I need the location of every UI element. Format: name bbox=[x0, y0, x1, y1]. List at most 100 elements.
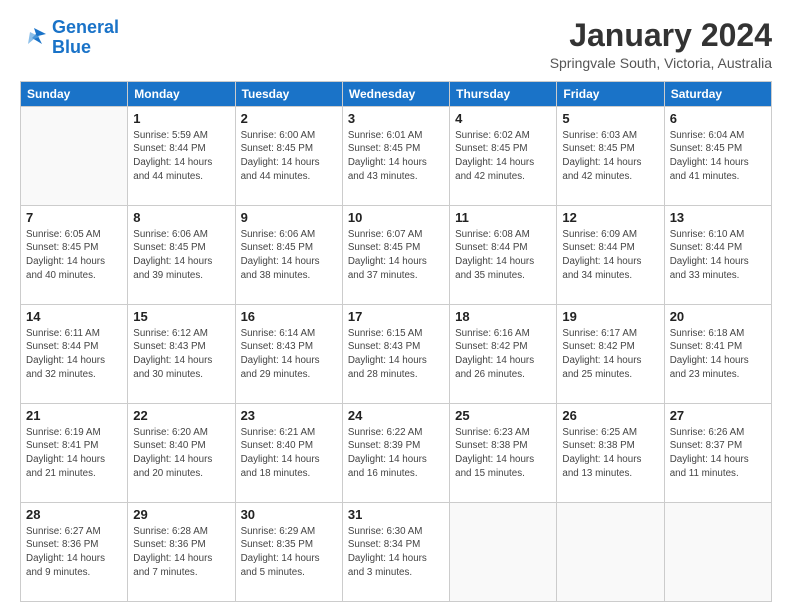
calendar-cell bbox=[450, 503, 557, 602]
calendar-cell: 26Sunrise: 6:25 AMSunset: 8:38 PMDayligh… bbox=[557, 404, 664, 503]
calendar-cell: 16Sunrise: 6:14 AMSunset: 8:43 PMDayligh… bbox=[235, 305, 342, 404]
week-row-3: 14Sunrise: 6:11 AMSunset: 8:44 PMDayligh… bbox=[21, 305, 772, 404]
day-number: 11 bbox=[455, 209, 551, 227]
calendar-cell: 13Sunrise: 6:10 AMSunset: 8:44 PMDayligh… bbox=[664, 206, 771, 305]
day-number: 18 bbox=[455, 308, 551, 326]
calendar-cell: 1Sunrise: 5:59 AMSunset: 8:44 PMDaylight… bbox=[128, 107, 235, 206]
day-number: 28 bbox=[26, 506, 122, 524]
week-row-1: 1Sunrise: 5:59 AMSunset: 8:44 PMDaylight… bbox=[21, 107, 772, 206]
logo-line2: Blue bbox=[52, 37, 91, 57]
day-number: 23 bbox=[241, 407, 337, 425]
week-row-5: 28Sunrise: 6:27 AMSunset: 8:36 PMDayligh… bbox=[21, 503, 772, 602]
day-info: Sunrise: 6:06 AMSunset: 8:45 PMDaylight:… bbox=[241, 228, 337, 283]
col-saturday: Saturday bbox=[664, 82, 771, 107]
day-info: Sunrise: 6:10 AMSunset: 8:44 PMDaylight:… bbox=[670, 228, 766, 283]
day-number: 22 bbox=[133, 407, 229, 425]
day-number: 9 bbox=[241, 209, 337, 227]
calendar-cell: 6Sunrise: 6:04 AMSunset: 8:45 PMDaylight… bbox=[664, 107, 771, 206]
day-info: Sunrise: 6:14 AMSunset: 8:43 PMDaylight:… bbox=[241, 327, 337, 382]
day-info: Sunrise: 6:15 AMSunset: 8:43 PMDaylight:… bbox=[348, 327, 444, 382]
calendar-table: Sunday Monday Tuesday Wednesday Thursday… bbox=[20, 81, 772, 602]
logo-icon bbox=[20, 24, 48, 52]
calendar-cell: 28Sunrise: 6:27 AMSunset: 8:36 PMDayligh… bbox=[21, 503, 128, 602]
calendar-cell: 7Sunrise: 6:05 AMSunset: 8:45 PMDaylight… bbox=[21, 206, 128, 305]
day-info: Sunrise: 6:04 AMSunset: 8:45 PMDaylight:… bbox=[670, 129, 766, 184]
calendar-cell: 29Sunrise: 6:28 AMSunset: 8:36 PMDayligh… bbox=[128, 503, 235, 602]
day-number: 15 bbox=[133, 308, 229, 326]
calendar-cell: 11Sunrise: 6:08 AMSunset: 8:44 PMDayligh… bbox=[450, 206, 557, 305]
day-info: Sunrise: 6:02 AMSunset: 8:45 PMDaylight:… bbox=[455, 129, 551, 184]
calendar-cell: 8Sunrise: 6:06 AMSunset: 8:45 PMDaylight… bbox=[128, 206, 235, 305]
calendar-cell: 25Sunrise: 6:23 AMSunset: 8:38 PMDayligh… bbox=[450, 404, 557, 503]
calendar-cell: 22Sunrise: 6:20 AMSunset: 8:40 PMDayligh… bbox=[128, 404, 235, 503]
day-info: Sunrise: 6:08 AMSunset: 8:44 PMDaylight:… bbox=[455, 228, 551, 283]
logo-line1: General bbox=[52, 17, 119, 37]
day-info: Sunrise: 6:11 AMSunset: 8:44 PMDaylight:… bbox=[26, 327, 122, 382]
day-info: Sunrise: 6:22 AMSunset: 8:39 PMDaylight:… bbox=[348, 426, 444, 481]
day-number: 10 bbox=[348, 209, 444, 227]
calendar-cell: 23Sunrise: 6:21 AMSunset: 8:40 PMDayligh… bbox=[235, 404, 342, 503]
calendar-cell: 17Sunrise: 6:15 AMSunset: 8:43 PMDayligh… bbox=[342, 305, 449, 404]
day-number: 19 bbox=[562, 308, 658, 326]
calendar-cell: 30Sunrise: 6:29 AMSunset: 8:35 PMDayligh… bbox=[235, 503, 342, 602]
day-info: Sunrise: 5:59 AMSunset: 8:44 PMDaylight:… bbox=[133, 129, 229, 184]
col-monday: Monday bbox=[128, 82, 235, 107]
day-number: 31 bbox=[348, 506, 444, 524]
calendar-cell: 4Sunrise: 6:02 AMSunset: 8:45 PMDaylight… bbox=[450, 107, 557, 206]
calendar-cell: 14Sunrise: 6:11 AMSunset: 8:44 PMDayligh… bbox=[21, 305, 128, 404]
day-number: 17 bbox=[348, 308, 444, 326]
week-row-2: 7Sunrise: 6:05 AMSunset: 8:45 PMDaylight… bbox=[21, 206, 772, 305]
col-friday: Friday bbox=[557, 82, 664, 107]
calendar-cell: 5Sunrise: 6:03 AMSunset: 8:45 PMDaylight… bbox=[557, 107, 664, 206]
col-sunday: Sunday bbox=[21, 82, 128, 107]
calendar-cell: 27Sunrise: 6:26 AMSunset: 8:37 PMDayligh… bbox=[664, 404, 771, 503]
day-number: 4 bbox=[455, 110, 551, 128]
day-number: 26 bbox=[562, 407, 658, 425]
day-info: Sunrise: 6:21 AMSunset: 8:40 PMDaylight:… bbox=[241, 426, 337, 481]
day-info: Sunrise: 6:26 AMSunset: 8:37 PMDaylight:… bbox=[670, 426, 766, 481]
logo: General Blue bbox=[20, 18, 119, 58]
day-number: 14 bbox=[26, 308, 122, 326]
calendar-cell: 15Sunrise: 6:12 AMSunset: 8:43 PMDayligh… bbox=[128, 305, 235, 404]
header: General Blue January 2024 Springvale Sou… bbox=[20, 18, 772, 71]
calendar-cell: 24Sunrise: 6:22 AMSunset: 8:39 PMDayligh… bbox=[342, 404, 449, 503]
day-info: Sunrise: 6:25 AMSunset: 8:38 PMDaylight:… bbox=[562, 426, 658, 481]
day-info: Sunrise: 6:18 AMSunset: 8:41 PMDaylight:… bbox=[670, 327, 766, 382]
day-info: Sunrise: 6:07 AMSunset: 8:45 PMDaylight:… bbox=[348, 228, 444, 283]
day-number: 7 bbox=[26, 209, 122, 227]
day-info: Sunrise: 6:29 AMSunset: 8:35 PMDaylight:… bbox=[241, 525, 337, 580]
month-title: January 2024 bbox=[550, 18, 772, 53]
day-info: Sunrise: 6:30 AMSunset: 8:34 PMDaylight:… bbox=[348, 525, 444, 580]
page: General Blue January 2024 Springvale Sou… bbox=[0, 0, 792, 612]
day-number: 3 bbox=[348, 110, 444, 128]
header-row: Sunday Monday Tuesday Wednesday Thursday… bbox=[21, 82, 772, 107]
day-number: 2 bbox=[241, 110, 337, 128]
day-number: 13 bbox=[670, 209, 766, 227]
day-info: Sunrise: 6:12 AMSunset: 8:43 PMDaylight:… bbox=[133, 327, 229, 382]
day-number: 27 bbox=[670, 407, 766, 425]
calendar-cell: 10Sunrise: 6:07 AMSunset: 8:45 PMDayligh… bbox=[342, 206, 449, 305]
calendar-cell: 12Sunrise: 6:09 AMSunset: 8:44 PMDayligh… bbox=[557, 206, 664, 305]
calendar-cell bbox=[21, 107, 128, 206]
day-number: 12 bbox=[562, 209, 658, 227]
day-number: 29 bbox=[133, 506, 229, 524]
day-info: Sunrise: 6:09 AMSunset: 8:44 PMDaylight:… bbox=[562, 228, 658, 283]
day-info: Sunrise: 6:05 AMSunset: 8:45 PMDaylight:… bbox=[26, 228, 122, 283]
calendar-cell: 19Sunrise: 6:17 AMSunset: 8:42 PMDayligh… bbox=[557, 305, 664, 404]
day-number: 5 bbox=[562, 110, 658, 128]
col-tuesday: Tuesday bbox=[235, 82, 342, 107]
calendar-cell: 31Sunrise: 6:30 AMSunset: 8:34 PMDayligh… bbox=[342, 503, 449, 602]
week-row-4: 21Sunrise: 6:19 AMSunset: 8:41 PMDayligh… bbox=[21, 404, 772, 503]
subtitle: Springvale South, Victoria, Australia bbox=[550, 55, 772, 71]
day-info: Sunrise: 6:23 AMSunset: 8:38 PMDaylight:… bbox=[455, 426, 551, 481]
day-info: Sunrise: 6:19 AMSunset: 8:41 PMDaylight:… bbox=[26, 426, 122, 481]
day-number: 1 bbox=[133, 110, 229, 128]
title-block: January 2024 Springvale South, Victoria,… bbox=[550, 18, 772, 71]
day-number: 20 bbox=[670, 308, 766, 326]
day-number: 24 bbox=[348, 407, 444, 425]
day-number: 30 bbox=[241, 506, 337, 524]
day-info: Sunrise: 6:03 AMSunset: 8:45 PMDaylight:… bbox=[562, 129, 658, 184]
day-number: 25 bbox=[455, 407, 551, 425]
day-info: Sunrise: 6:16 AMSunset: 8:42 PMDaylight:… bbox=[455, 327, 551, 382]
calendar-cell bbox=[664, 503, 771, 602]
